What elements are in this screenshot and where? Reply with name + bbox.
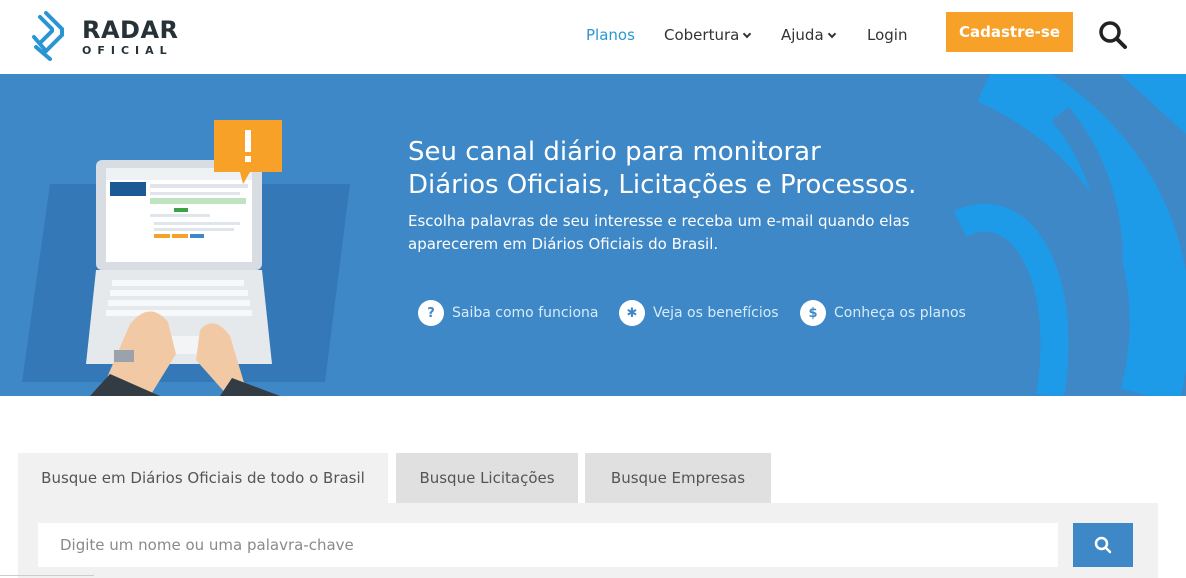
nav-planos[interactable]: Planos xyxy=(586,26,635,44)
dollar-icon: $ xyxy=(800,300,826,326)
nav-login[interactable]: Login xyxy=(867,26,907,44)
alert-icon xyxy=(245,130,251,152)
tab-licitacoes[interactable]: Busque Licitações xyxy=(396,453,578,503)
search-icon[interactable] xyxy=(1098,20,1128,50)
nav-ajuda-label: Ajuda xyxy=(781,26,824,44)
link-plans[interactable]: $ Conheça os planos xyxy=(800,300,966,326)
nav-ajuda[interactable]: Ajuda xyxy=(781,26,836,44)
link-benefits-label: Veja os benefícios xyxy=(653,305,779,321)
radar-logo-icon xyxy=(32,11,64,61)
search-panel xyxy=(18,503,1158,578)
signup-button[interactable]: Cadastre-se xyxy=(946,12,1073,52)
logo-word-oficial: OFICIAL xyxy=(82,44,173,57)
tab-diarios-oficiais[interactable]: Busque em Diários Oficiais de todo o Bra… xyxy=(18,453,388,503)
hero-title-line2: Diários Oficiais, Licitações e Processos… xyxy=(408,170,917,200)
search-icon xyxy=(1094,536,1112,554)
question-icon: ? xyxy=(418,300,444,326)
hero-title: Seu canal diário para monitorar Diários … xyxy=(408,136,1008,202)
divider xyxy=(0,575,94,576)
link-how-it-works[interactable]: ? Saiba como funciona xyxy=(418,300,598,326)
tab-empresas[interactable]: Busque Empresas xyxy=(585,453,771,503)
link-plans-label: Conheça os planos xyxy=(834,305,966,321)
hero-title-line1: Seu canal diário para monitorar xyxy=(408,137,821,167)
link-benefits[interactable]: ✱ Veja os benefícios xyxy=(619,300,779,326)
site-header: RADAR OFICIAL Planos Cobertura Ajuda Log… xyxy=(0,0,1186,74)
logo[interactable]: RADAR OFICIAL xyxy=(32,10,182,64)
chevron-down-icon xyxy=(827,29,836,39)
search-button[interactable] xyxy=(1073,523,1133,567)
logo-word-radar: RADAR xyxy=(82,16,179,44)
asterisk-icon: ✱ xyxy=(619,300,645,326)
search-input[interactable] xyxy=(38,523,1058,567)
hero-subtitle: Escolha palavras de seu interesse e rece… xyxy=(408,212,910,253)
nav-cobertura-label: Cobertura xyxy=(664,26,740,44)
link-how-it-works-label: Saiba como funciona xyxy=(452,305,599,321)
nav-cobertura[interactable]: Cobertura xyxy=(664,26,752,44)
laptop-illustration xyxy=(22,120,350,396)
hero-banner: Seu canal diário para monitorar Diários … xyxy=(0,74,1186,396)
chevron-down-icon xyxy=(743,29,752,39)
